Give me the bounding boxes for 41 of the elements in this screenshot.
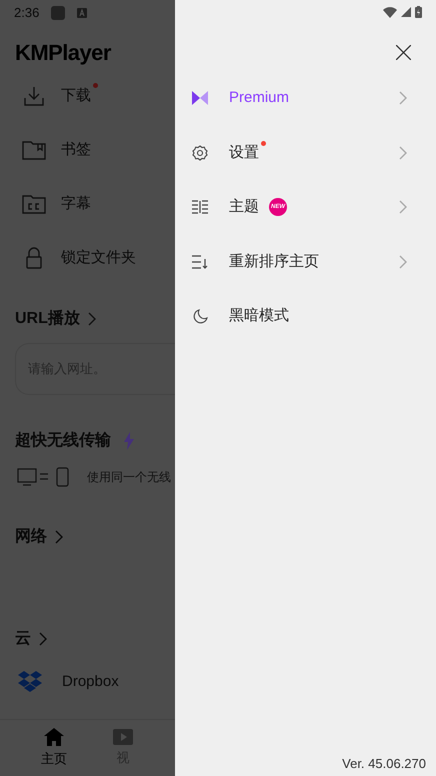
settings-icon: [192, 144, 208, 161]
menu-item[interactable]: 锁定文件夹: [0, 231, 175, 285]
lock-icon: [25, 247, 43, 269]
section-title: URL播放: [15, 308, 80, 329]
moon-icon: [192, 308, 208, 324]
menu-item[interactable]: 字幕: [0, 177, 175, 231]
cloud-item[interactable]: Dropbox: [0, 671, 175, 694]
chevron-icon: [88, 312, 96, 326]
download-icon: [23, 85, 45, 107]
drawer-item[interactable]: 设置: [175, 126, 436, 180]
section-title: 云: [15, 629, 31, 649]
signal-icon: [401, 7, 411, 17]
drawer-item[interactable]: 黑暗模式: [175, 289, 436, 344]
app-notification-icon: [51, 6, 66, 20]
menu-item[interactable]: 下载: [0, 69, 175, 123]
dropbox-icon: [17, 671, 43, 694]
lightning-icon: [123, 432, 135, 450]
status-time: 2:36: [14, 4, 40, 22]
version-label: Ver. 45.06.270: [342, 754, 426, 772]
battery-icon: [415, 6, 422, 18]
lines-icon: [192, 200, 208, 214]
chevron-icon: [55, 530, 63, 544]
devices-icon: [17, 467, 71, 487]
drawer-item[interactable]: Premium: [175, 71, 436, 126]
close-icon[interactable]: [396, 45, 411, 60]
wifi-icon: [383, 6, 397, 18]
bowtie-icon: [192, 91, 208, 106]
nav-tab[interactable]: 主页: [0, 720, 108, 776]
folder-icon: [22, 193, 46, 215]
drawer-item[interactable]: 重新排序主页: [175, 234, 436, 289]
sort-icon: [192, 254, 208, 269]
folder-icon: [22, 139, 46, 161]
video-icon: [113, 728, 133, 745]
app-notification-icon: [77, 8, 88, 18]
transfer-hint: 使用同一个无线: [87, 469, 171, 486]
menu-item[interactable]: 书签: [0, 123, 175, 177]
home-icon: [44, 728, 64, 746]
chevron-icon: [39, 632, 47, 646]
section-title: 网络: [15, 526, 47, 547]
section-title: 超快无线传输: [15, 430, 111, 451]
app-logo: KMPlayer: [15, 40, 111, 65]
